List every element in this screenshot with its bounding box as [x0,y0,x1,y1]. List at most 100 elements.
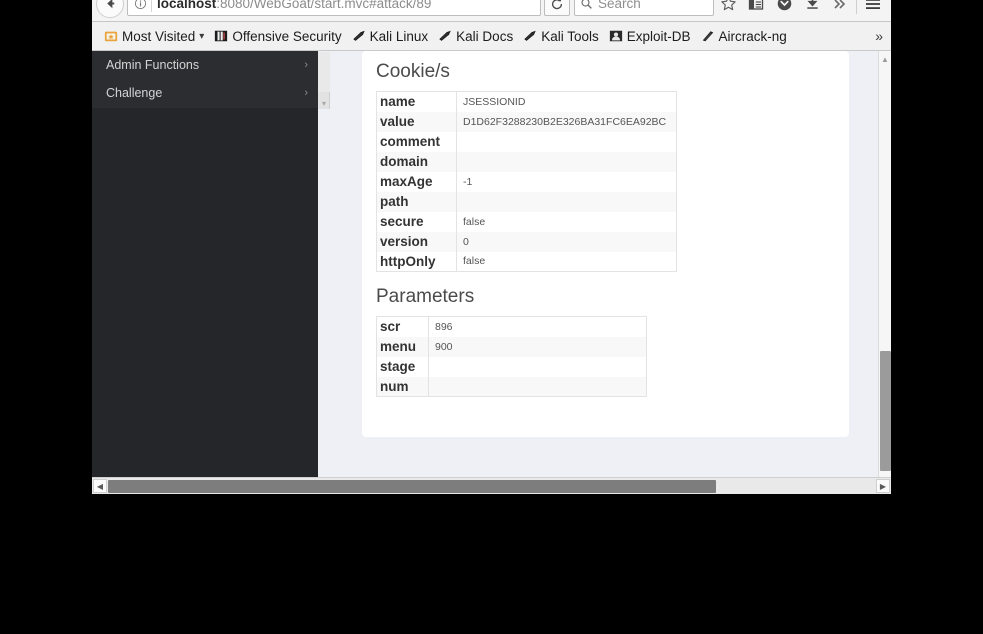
sidebar-item-challenge[interactable]: Challenge › [92,79,318,107]
parameter-value [428,356,647,377]
chevron-down-icon: ▾ [199,30,205,42]
cookie-key: maxAge [376,171,457,192]
bookmarks-overflow-button[interactable]: » [875,28,883,44]
search-bar[interactable]: Search [574,0,714,16]
kali-dragon-icon [439,30,451,41]
page-vertical-scrollbar[interactable]: ▲ ▼ [878,51,891,477]
table-row: menu 900 [376,336,647,357]
search-input[interactable]: Search [598,0,641,15]
url-text: localhost:8080/WebGoat/start.mvc#attack/… [157,0,536,15]
bookmark-kali-tools[interactable]: Kali Tools [519,26,603,47]
parameters-section-title: Parameters [376,286,475,307]
pocket-button[interactable] [770,0,798,18]
sidebar-item-label: Challenge [106,86,163,100]
cookie-key: value [376,111,457,132]
parameter-key: stage [376,356,429,377]
bookmark-exploit-db[interactable]: Exploit-DB [605,26,695,47]
bookmark-aircrack-ng[interactable]: Aircrack-ng [697,26,791,47]
parameter-key: num [376,376,429,397]
browser-window: localhost:8080/WebGoat/start.mvc#attack/… [92,0,891,494]
toolbar-overflow-button[interactable] [826,0,854,18]
toolbar-divider [856,0,857,14]
sidebar-menu-panel: Admin Functions › Challenge › [92,51,318,108]
reload-button[interactable] [544,0,570,16]
cookie-value [456,151,677,172]
sidebar-item-admin-functions[interactable]: Admin Functions › [92,51,318,79]
search-icon [581,0,592,9]
scroll-up-arrow-icon[interactable]: ▲ [879,53,891,66]
aircrack-ng-icon [702,31,713,42]
content-card: Cookie/s name JSESSIONID value D1D62F328… [362,51,849,437]
cookie-key: version [376,231,457,252]
cookie-value [456,131,677,152]
url-bar[interactable]: localhost:8080/WebGoat/start.mvc#attack/… [127,0,541,16]
cookies-section-title: Cookie/s [376,61,450,82]
scroll-left-arrow-icon[interactable]: ◀ [93,479,107,493]
downloads-button[interactable] [798,0,826,18]
webgoat-sidebar: Admin Functions › Challenge › [92,51,318,477]
cookie-key: secure [376,211,457,232]
bookmark-offensive-security[interactable]: Offensive Security [210,26,345,47]
parameter-value: 896 [428,316,647,337]
back-button[interactable] [96,0,124,18]
exploit-db-icon [609,30,622,42]
cookie-value: -1 [456,171,677,192]
bookmark-kali-linux[interactable]: Kali Linux [348,26,433,47]
table-row: comment [376,131,677,152]
parameters-table: scr 896 menu 900 stage num [376,316,647,397]
parameter-value [428,376,647,397]
parameter-key: menu [376,336,429,357]
bookmark-star-button[interactable] [714,0,742,18]
sidebar-item-label: Admin Functions [106,58,200,72]
kali-dragon-icon [352,30,365,41]
chevrons-right-icon [834,0,846,9]
vertical-scroll-thumb[interactable] [880,351,891,471]
cookie-value: 0 [456,231,677,252]
scroll-down-arrow-icon[interactable]: ▼ [879,462,891,475]
app-menu-button[interactable] [859,0,887,18]
table-row: secure false [376,211,677,232]
bookmark-label: Kali Linux [369,28,429,44]
table-row: path [376,191,677,212]
scroll-right-arrow-icon[interactable]: ▶ [876,479,890,493]
table-row: name JSESSIONID [376,91,677,112]
url-path: :8080/WebGoat/start.mvc#attack/89 [216,0,432,11]
bookmark-label: Kali Docs [456,28,514,44]
back-arrow-icon [106,0,114,9]
sidebar-scroll-thumb[interactable] [318,52,330,92]
table-row: version 0 [376,231,677,252]
download-arrow-icon [806,0,818,9]
reading-list-button[interactable] [742,0,770,18]
cookie-key: name [376,91,457,112]
table-row: value D1D62F3288230B2E326BA31FC6EA92BC [376,111,677,132]
bookmark-kali-docs[interactable]: Kali Docs [434,26,517,47]
cookie-key: path [376,191,457,212]
chevron-right-icon: › [304,87,308,99]
folder-star-icon [104,31,118,42]
scroll-down-arrow-icon[interactable]: ▾ [318,97,330,109]
info-circle-icon[interactable] [132,0,148,12]
urlbar-separator [151,0,152,12]
cookie-value: false [456,251,677,272]
bookmark-label: Kali Tools [541,28,599,44]
navigation-toolbar: localhost:8080/WebGoat/start.mvc#attack/… [92,0,891,22]
parameter-key: scr [376,316,429,337]
cookie-value: JSESSIONID [456,91,677,112]
url-host: localhost [157,0,217,11]
page-horizontal-scrollbar[interactable]: ◀ ▶ [92,477,891,494]
table-row: num [376,376,647,397]
table-row: stage [376,356,647,377]
bookmark-most-visited[interactable]: Most Visited ▾ [100,26,208,47]
table-row: httpOnly false [376,251,677,272]
cookie-key: comment [376,131,457,152]
cookies-table: name JSESSIONID value D1D62F3288230B2E32… [376,91,677,272]
sidebar-scrollbar[interactable]: ▾ [318,52,330,109]
bookmark-label: Offensive Security [232,28,342,44]
bookmark-label: Aircrack-ng [718,28,787,44]
reading-list-icon [748,0,764,10]
reload-icon [551,0,563,9]
table-row: domain [376,151,677,172]
chevron-right-icon: › [304,59,308,71]
horizontal-scroll-thumb[interactable] [108,480,716,493]
star-icon [720,0,736,11]
